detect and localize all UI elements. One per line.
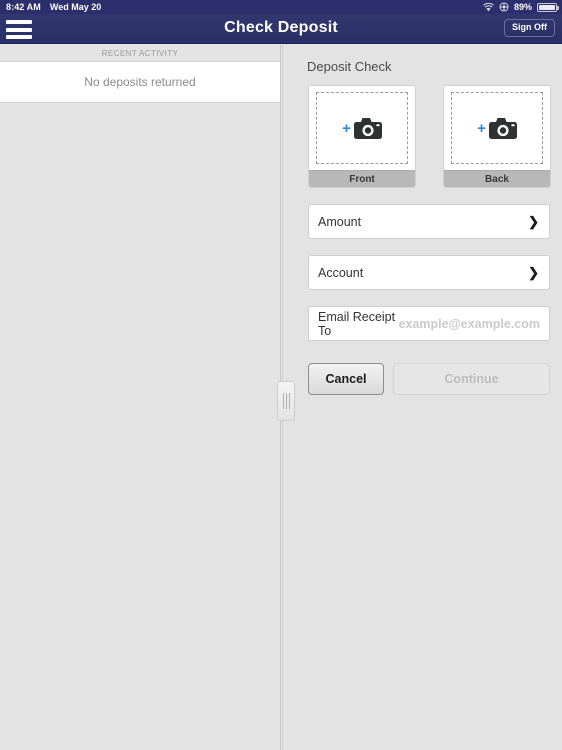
status-time: 8:42 AM	[6, 2, 41, 12]
action-button-row: Cancel Continue	[308, 363, 550, 395]
navigation-bar: Check Deposit Sign Off	[0, 14, 562, 44]
page-title: Check Deposit	[224, 19, 338, 36]
amount-field[interactable]: Amount ❯	[308, 204, 550, 239]
status-date: Wed May 20	[49, 2, 102, 12]
location-icon	[499, 2, 509, 12]
capture-front-label: Front	[309, 170, 415, 187]
account-field-label: Account	[318, 265, 364, 280]
capture-front-frame: +	[309, 86, 415, 170]
recent-activity-pane: RECENT ACTIVITY No deposits returned	[0, 45, 281, 750]
camera-icon	[353, 117, 382, 139]
email-receipt-input[interactable]: example@example.com	[399, 317, 540, 331]
capture-back-frame: +	[444, 86, 550, 170]
sign-off-button[interactable]: Sign Off	[504, 19, 555, 37]
capture-back-card[interactable]: + Back	[443, 85, 551, 188]
account-field[interactable]: Account ❯	[308, 255, 550, 290]
plus-icon: +	[342, 119, 351, 137]
empty-state-message: No deposits returned	[0, 62, 280, 103]
chevron-right-icon: ❯	[528, 214, 539, 229]
recent-activity-header: RECENT ACTIVITY	[0, 45, 280, 62]
capture-back-label: Back	[444, 170, 550, 187]
email-receipt-field[interactable]: Email Receipt To example@example.com	[308, 306, 550, 341]
cancel-button[interactable]: Cancel	[308, 363, 384, 395]
deposit-check-pane: Deposit Check + Front + Back Amount ❯ Ac…	[282, 45, 562, 750]
email-receipt-label: Email Receipt To	[318, 309, 396, 338]
status-bar: 8:42 AM Wed May 20 89%	[0, 0, 562, 14]
capture-front-card[interactable]: + Front	[308, 85, 416, 188]
plus-icon: +	[477, 119, 486, 137]
chevron-right-icon: ❯	[528, 265, 539, 280]
pane-resize-handle[interactable]	[277, 381, 295, 421]
wifi-icon	[483, 2, 494, 12]
deposit-check-title: Deposit Check	[307, 59, 392, 74]
app-root: 8:42 AM Wed May 20 89% Check Deposit Sig…	[0, 0, 562, 750]
check-capture-row: + Front + Back	[308, 85, 562, 188]
capture-back-dashed-box: +	[451, 92, 543, 164]
capture-front-dashed-box: +	[316, 92, 408, 164]
continue-button: Continue	[393, 363, 550, 395]
status-indicators: 89%	[483, 2, 559, 12]
camera-icon	[488, 117, 517, 139]
amount-field-label: Amount	[318, 214, 362, 229]
battery-icon	[537, 2, 559, 12]
battery-percent: 89%	[513, 2, 532, 12]
